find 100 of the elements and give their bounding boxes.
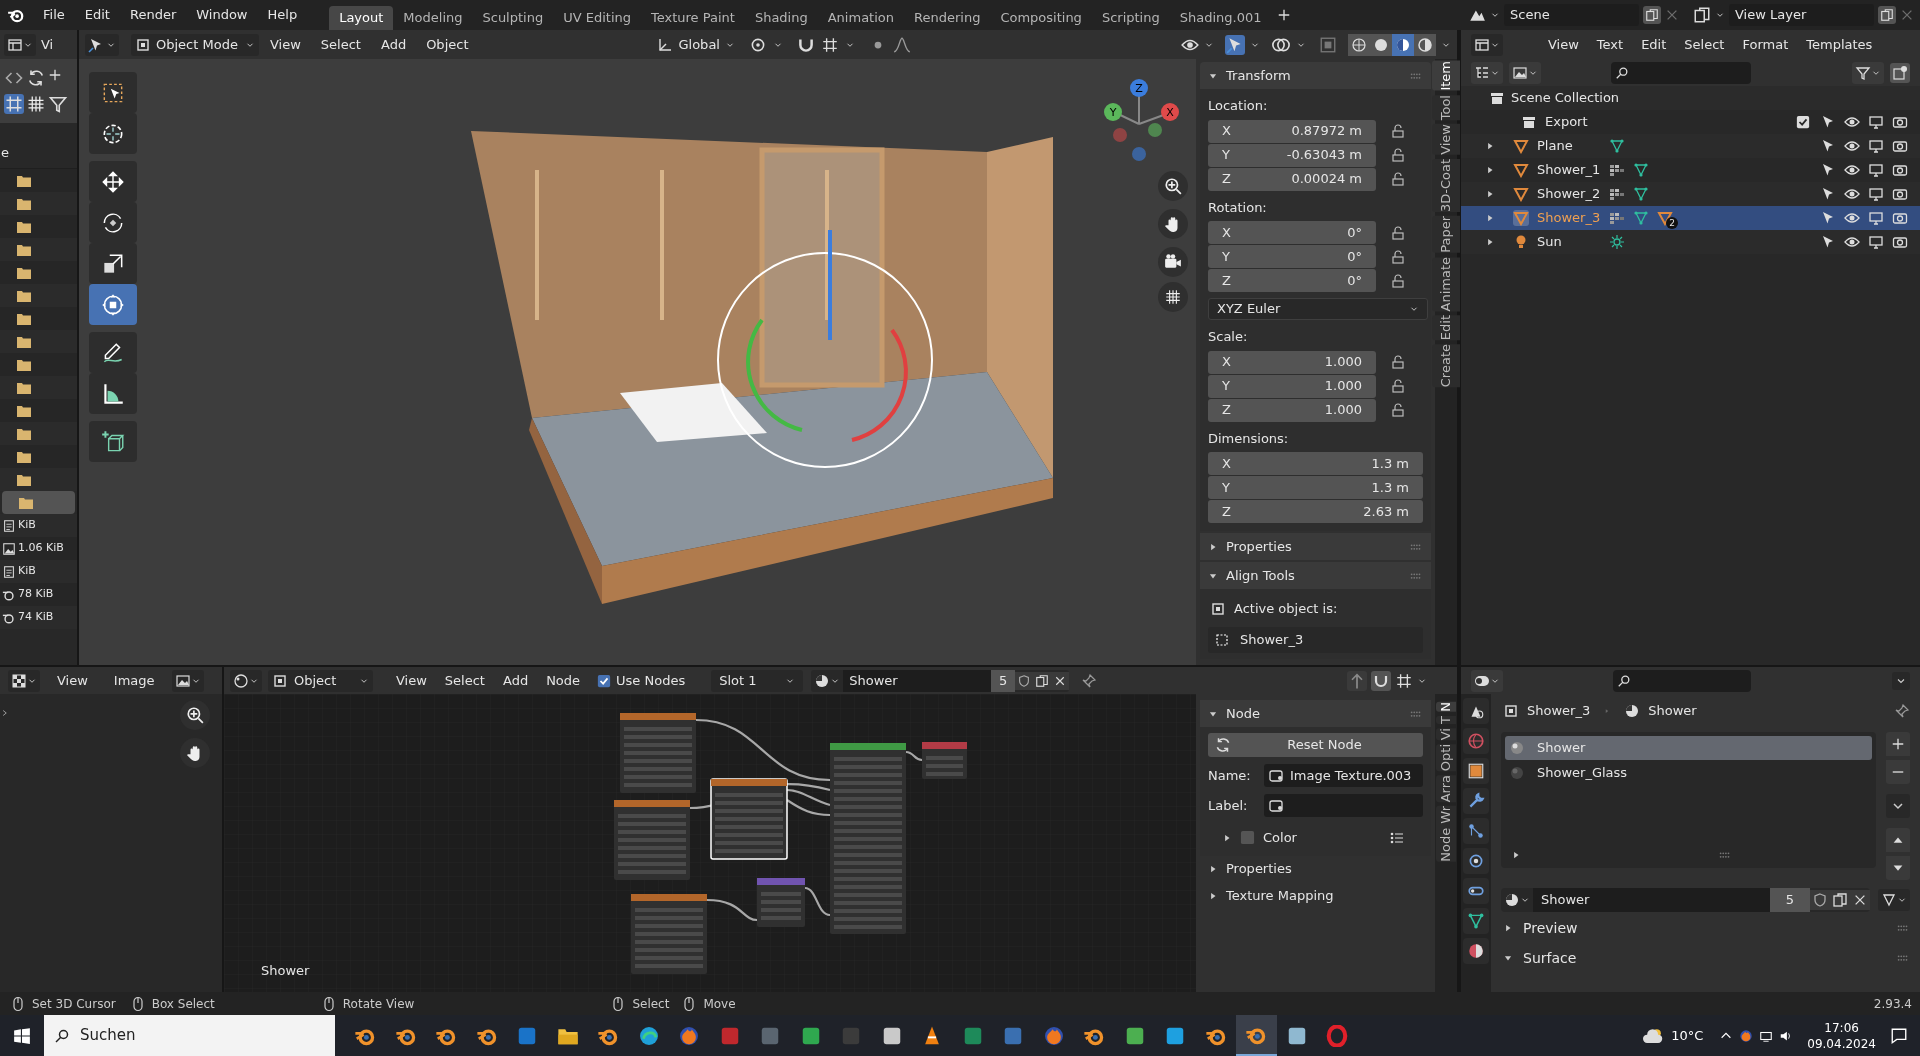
menu-item[interactable]: Image (104, 670, 164, 691)
column-header[interactable]: e (0, 142, 9, 162)
group-label: Rotation: (1208, 198, 1268, 217)
sidebar-tab[interactable]: Edit (1432, 315, 1460, 341)
workspace-tab[interactable]: Animation (817, 6, 904, 30)
sidebar-tab[interactable]: View (1432, 123, 1460, 155)
menu-item[interactable]: Add (371, 34, 416, 55)
workspace-tab[interactable]: Sculpting (472, 6, 554, 30)
number-field[interactable]: Y 1.3 m (1208, 476, 1423, 499)
shader-type-dropdown[interactable]: Object (268, 669, 373, 692)
menu-item[interactable]: Node (537, 670, 590, 691)
navigation-gizmo[interactable]: Z Y X (1100, 76, 1180, 164)
slot-dropdown[interactable]: Slot 1 (711, 669, 804, 692)
menu-item[interactable]: View (1539, 34, 1588, 55)
sidebar-tab[interactable]: Item (1432, 61, 1460, 91)
number-field[interactable]: X 1.000 (1208, 350, 1376, 374)
user-count[interactable]: 5 (991, 669, 1016, 692)
menu-item[interactable]: Select (435, 670, 494, 691)
axis-handle[interactable]: Z (1130, 79, 1148, 97)
outliner-item[interactable]: Shower_1 (1537, 160, 1609, 180)
number-field[interactable]: X 1.3 m (1208, 452, 1423, 475)
menu-item[interactable]: Window (186, 5, 258, 25)
name-field[interactable]: Image Texture.003 (1264, 764, 1423, 787)
workspace-tab[interactable]: Texture Paint (641, 6, 745, 30)
mode-dropdown[interactable]: Object Mode (131, 33, 259, 56)
scene-field[interactable]: Scene (1504, 4, 1639, 26)
axis-handle[interactable]: Y (1104, 103, 1122, 121)
axis-handle[interactable]: X (1161, 103, 1179, 121)
outliner-item[interactable]: Shower_3 (1537, 208, 1609, 228)
number-field[interactable]: X 0.87972 m (1208, 119, 1376, 143)
menu-item[interactable]: Format (1733, 34, 1798, 55)
orientation-dropdown[interactable]: Global (653, 33, 739, 56)
menu-item[interactable]: View (387, 670, 436, 691)
sidebar-tab[interactable]: Arra (1436, 775, 1456, 803)
number-field[interactable]: X 0° (1208, 221, 1376, 244)
group-label: Location: (1208, 97, 1269, 115)
workspace-tab[interactable]: Modeling (393, 6, 473, 30)
workspace-tab[interactable]: UV Editing (553, 6, 641, 30)
sidebar-tab[interactable]: Opti (1436, 743, 1456, 772)
workspace-tab[interactable]: Compositing (990, 6, 1092, 30)
view-layer-field[interactable]: View Layer (1729, 4, 1874, 26)
menu-item[interactable]: Select (311, 34, 370, 55)
workspace-tab[interactable]: Shading.001 (1169, 6, 1272, 30)
workspace-tab[interactable]: Layout (329, 6, 394, 30)
menu-item[interactable]: Help (257, 5, 308, 25)
menu-item[interactable]: Templates (1797, 34, 1882, 55)
menu-item[interactable]: View (261, 34, 310, 55)
workspace-tab[interactable]: Scripting (1091, 6, 1170, 30)
menu-item[interactable]: Edit (1632, 34, 1676, 55)
number-field[interactable]: Z 2.63 m (1208, 500, 1423, 523)
material-slot[interactable]: Shower_Glass (1505, 761, 1872, 785)
outliner-item[interactable]: Scene Collection (1511, 88, 1620, 108)
number-field[interactable]: Y 0° (1208, 245, 1376, 268)
material-name-field[interactable]: Shower (1533, 888, 1770, 912)
sidebar-tab[interactable]: Vi (1436, 727, 1456, 740)
sidebar-tab[interactable]: T (1436, 715, 1456, 724)
material-slot[interactable]: Shower (1505, 736, 1872, 760)
sidebar-tab[interactable]: Node Wr (1436, 806, 1456, 863)
sidebar-tab[interactable]: Paper (1432, 215, 1460, 253)
field-label: Name: (1208, 766, 1252, 785)
sidebar-tab[interactable]: Tool (1432, 94, 1460, 120)
outliner-item[interactable]: Export (1545, 112, 1617, 132)
sidebar-tab[interactable]: N (1436, 702, 1456, 712)
menu-item[interactable]: File (33, 5, 75, 25)
menu-item[interactable]: View (48, 670, 97, 691)
panel-title[interactable]: Properties (1226, 859, 1423, 879)
number-field[interactable]: Z 1.000 (1208, 398, 1376, 422)
sidebar-tab[interactable]: 3D-Coat (1432, 158, 1460, 212)
section-title[interactable]: Preview (1523, 917, 1886, 939)
workspace-tab[interactable]: Rendering (904, 6, 991, 30)
user-count[interactable]: 5 (1770, 888, 1810, 912)
reset-node-button[interactable]: Reset Node (1208, 733, 1423, 757)
menu-item[interactable]: Select (1675, 34, 1734, 55)
material-name-field[interactable]: Shower (843, 669, 992, 692)
menu-item[interactable]: Text (1587, 34, 1633, 55)
clock-time[interactable]: 17:06 (1824, 1019, 1859, 1036)
sidebar-tab[interactable]: Create (1432, 344, 1460, 388)
use-nodes-checkbox[interactable]: Use Nodes (597, 670, 686, 691)
outliner-item[interactable]: Plane (1537, 136, 1609, 156)
number-field[interactable]: Y -0.63043 m (1208, 143, 1376, 167)
clock-date[interactable]: 09.04.2024 (1807, 1035, 1876, 1052)
group-label: Scale: (1208, 328, 1249, 346)
rotation-mode-dropdown[interactable]: XYZ Euler (1208, 298, 1428, 320)
menu-item[interactable]: Object (417, 34, 478, 55)
sidebar-tab[interactable]: Animate (1432, 256, 1460, 312)
menu-item[interactable]: Edit (74, 5, 120, 25)
search-field[interactable]: Suchen (44, 1015, 335, 1056)
panel-title[interactable]: Texture Mapping (1226, 886, 1423, 906)
object-field[interactable]: Shower_3 (1208, 626, 1423, 653)
number-field[interactable]: Z 0.00024 m (1208, 167, 1376, 191)
menu-item[interactable]: Add (493, 670, 538, 691)
editor-label: Vi (41, 35, 54, 54)
temperature[interactable]: 10°C (1671, 1025, 1704, 1046)
number-field[interactable]: Z 0° (1208, 269, 1376, 292)
workspace-tab[interactable]: Shading (744, 6, 818, 30)
outliner-item[interactable]: Sun (1537, 232, 1609, 252)
section-title[interactable]: Surface (1523, 947, 1886, 969)
outliner-item[interactable]: Shower_2 (1537, 184, 1609, 204)
number-field[interactable]: Y 1.000 (1208, 374, 1376, 398)
menu-item[interactable]: Render (119, 5, 187, 25)
